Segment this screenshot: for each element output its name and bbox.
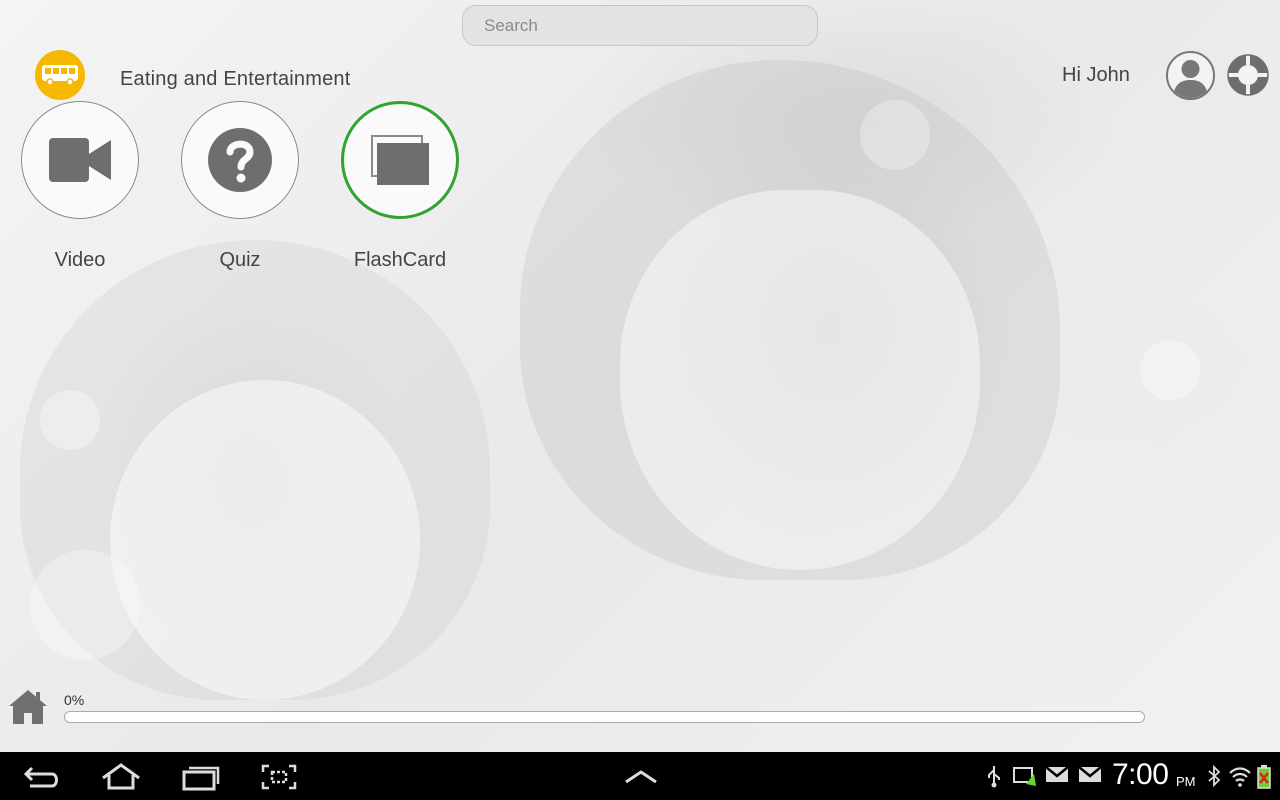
bluetooth-icon [1206, 764, 1222, 793]
video-label: Video [54, 249, 106, 271]
bus-icon[interactable] [35, 50, 85, 100]
back-icon[interactable] [20, 762, 66, 792]
search-input[interactable] [462, 5, 818, 46]
battery-icon [1256, 764, 1272, 795]
usb-icon [985, 764, 1003, 793]
gmail-icon [1045, 764, 1069, 789]
video-camera-icon [49, 138, 111, 182]
flashcard-button[interactable] [341, 101, 459, 219]
status-clock: 7:00 [1112, 758, 1169, 791]
video-button[interactable] [21, 101, 139, 219]
home-icon[interactable] [8, 689, 48, 725]
flashcard-label: FlashCard [353, 249, 447, 271]
background-bokeh [860, 100, 930, 170]
status-ampm: PM [1176, 774, 1196, 789]
gmail-icon [1078, 764, 1102, 789]
user-avatar-icon[interactable] [1166, 51, 1215, 100]
category-title: Eating and Entertainment [120, 68, 351, 90]
sync-icon [1012, 764, 1038, 793]
background-photo-shape [110, 380, 420, 700]
app-background: Eating and Entertainment Hi John [0, 0, 1280, 752]
background-photo-shape [20, 240, 490, 700]
activity-video[interactable]: Video [21, 101, 139, 272]
activity-quiz[interactable]: Quiz [181, 101, 299, 272]
quiz-label: Quiz [219, 249, 261, 271]
background-photo-shape [620, 190, 980, 570]
wifi-icon [1228, 764, 1252, 793]
progress-percent: 0% [64, 692, 85, 708]
screenshot-icon[interactable] [258, 762, 304, 792]
recent-apps-icon[interactable] [178, 762, 224, 792]
background-bokeh [1140, 340, 1200, 400]
user-greeting: Hi John [1062, 64, 1130, 86]
home-icon[interactable] [98, 762, 144, 792]
background-bokeh [30, 550, 140, 660]
activity-flashcard[interactable]: FlashCard [341, 101, 459, 272]
chevron-up-icon[interactable] [618, 762, 664, 792]
quiz-button[interactable] [181, 101, 299, 219]
background-photo-shape [520, 60, 1060, 580]
question-mark-icon [208, 128, 272, 192]
background-bokeh [40, 390, 100, 450]
lifebuoy-icon[interactable] [1226, 53, 1270, 97]
progress-bar [64, 711, 1145, 723]
system-navigation-bar: 7:00 PM [0, 752, 1280, 800]
flashcards-icon [371, 135, 429, 185]
